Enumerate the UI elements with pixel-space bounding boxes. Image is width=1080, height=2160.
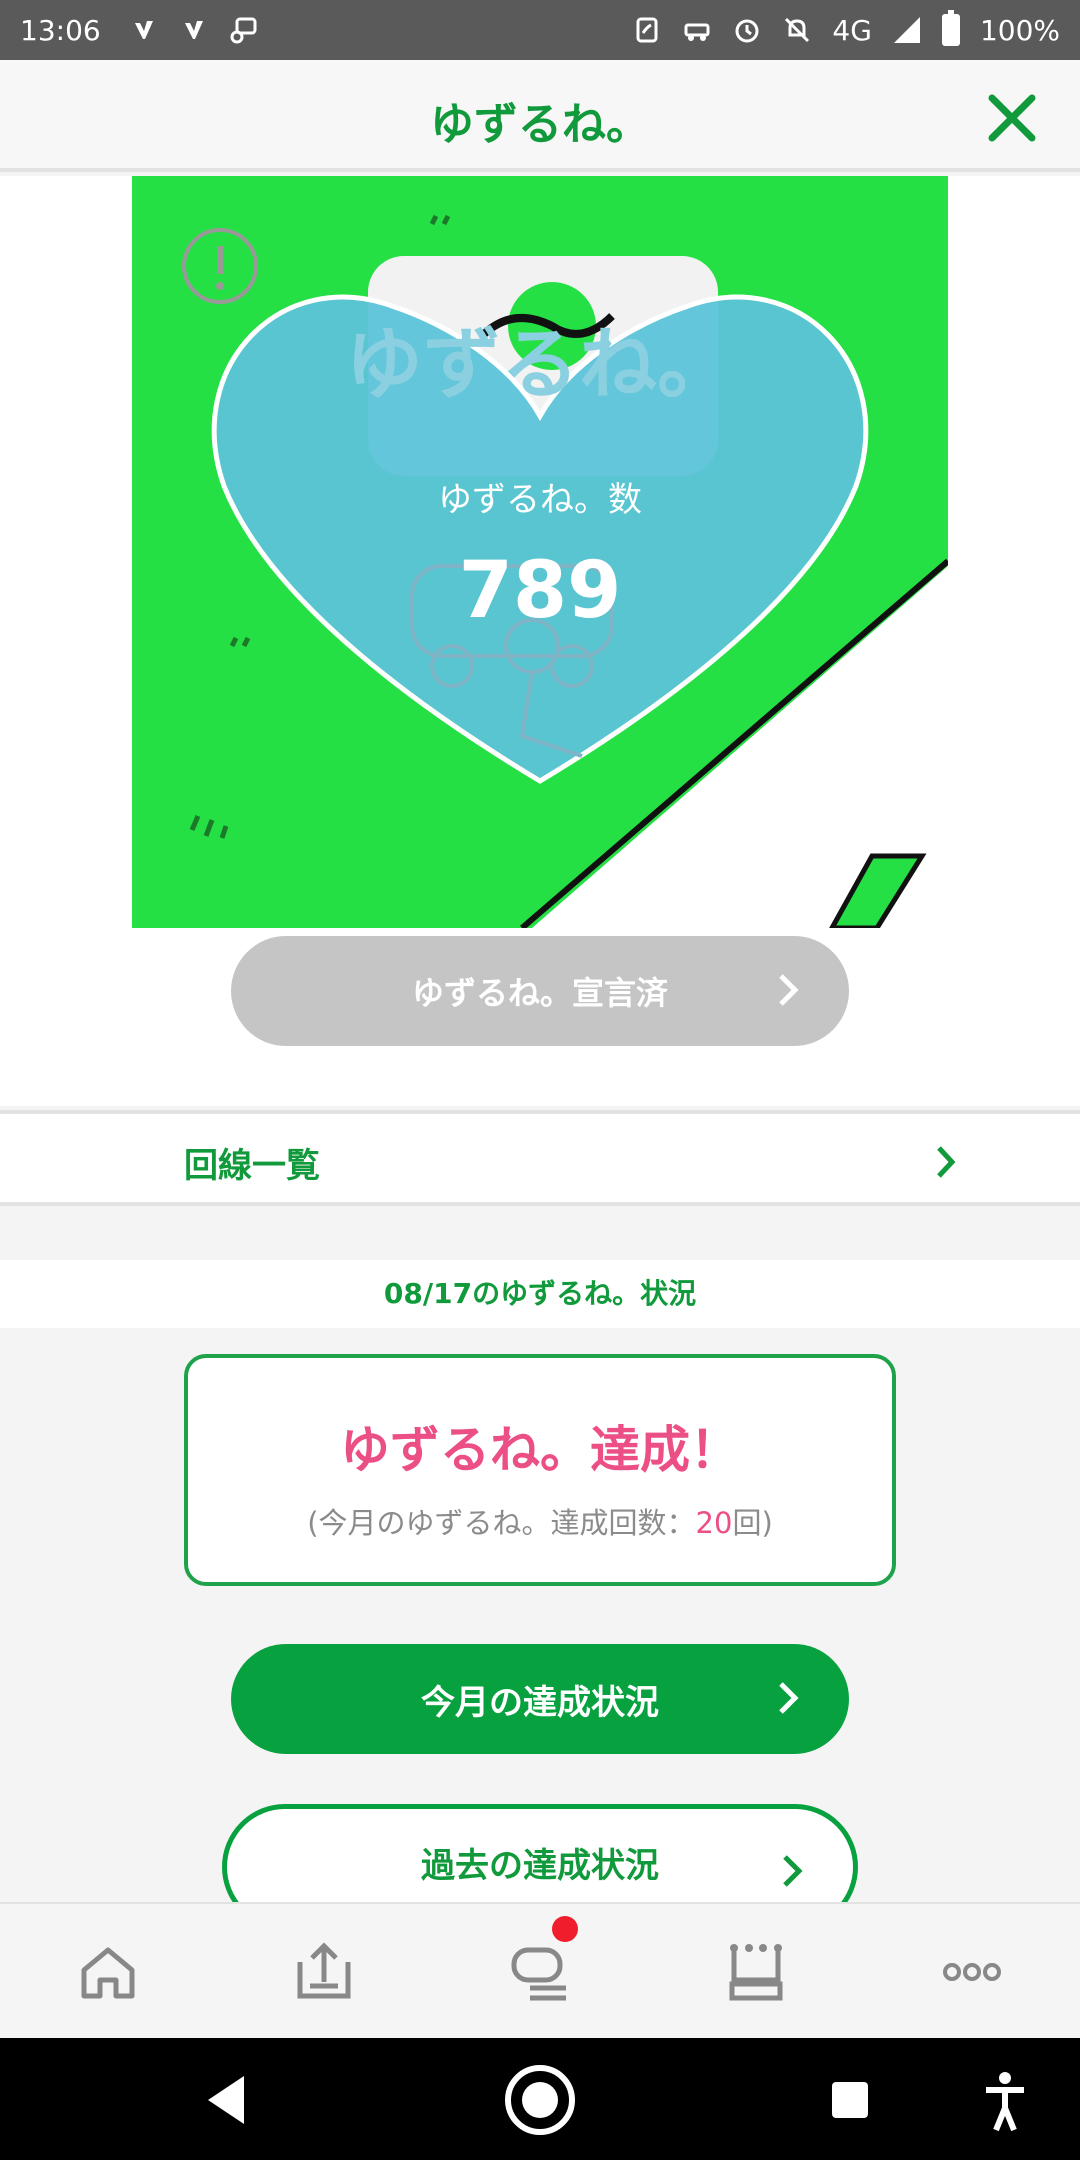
past-status-label: 過去の達成状況 bbox=[421, 1845, 659, 1886]
chevron-right-icon bbox=[779, 974, 799, 1006]
battery-level: 100% bbox=[979, 13, 1060, 47]
message-icon bbox=[229, 15, 259, 45]
nav-more[interactable] bbox=[940, 1940, 1004, 2004]
accessibility-icon[interactable] bbox=[980, 2060, 1030, 2140]
line-list-row[interactable]: 回線一覧 bbox=[0, 1110, 1080, 1206]
network-label: 4G bbox=[832, 13, 872, 47]
system-nav-bar bbox=[0, 2038, 1080, 2160]
chevron-right-icon bbox=[783, 1855, 803, 1887]
hero-illustration: ゆずるね。 ゆずるね。数 789 bbox=[132, 176, 948, 928]
achievement-count: 20 bbox=[695, 1506, 733, 1540]
recent-apps-icon[interactable] bbox=[826, 2060, 876, 2140]
notification-icon bbox=[129, 15, 159, 45]
notification-icon bbox=[179, 15, 209, 45]
back-icon[interactable] bbox=[200, 2060, 250, 2140]
home-system-icon[interactable] bbox=[500, 2060, 580, 2140]
chat-icon bbox=[511, 1947, 566, 2001]
declared-button-label: ゆずるね。宣言済 bbox=[411, 974, 668, 1012]
close-button[interactable] bbox=[984, 90, 1040, 146]
nav-home[interactable] bbox=[76, 1940, 140, 2004]
monthly-status-button[interactable]: 今月の達成状況 bbox=[231, 1644, 849, 1754]
monthly-status-label: 今月の達成状況 bbox=[421, 1682, 659, 1723]
app-header: ゆずるね。 bbox=[0, 60, 1080, 172]
status-time: 13:06 bbox=[20, 13, 101, 47]
yuzurune-count-label: ゆずるね。数 bbox=[438, 480, 642, 520]
declared-button[interactable]: ゆずるね。宣言済 bbox=[231, 936, 849, 1046]
crown-icon bbox=[729, 1944, 783, 2001]
achievement-title: ゆずるね。達成！ bbox=[340, 1421, 740, 1479]
achievement-summary: (今月のゆずるね。達成回数：20回) bbox=[307, 1506, 773, 1540]
notification-badge bbox=[552, 1916, 578, 1942]
alarm-icon bbox=[732, 15, 762, 45]
status-heading: 08/17のゆずるね。状況 bbox=[0, 1260, 1080, 1328]
home-icon bbox=[81, 1947, 135, 1999]
upload-icon bbox=[297, 1942, 351, 1999]
chevron-right-icon bbox=[779, 1682, 799, 1714]
close-icon bbox=[988, 94, 1036, 142]
yuzurune-count-value: 789 bbox=[458, 546, 622, 636]
hero-logo-text: ゆずるね。 bbox=[345, 320, 735, 410]
achievement-card: ゆずるね。達成！ (今月のゆずるね。達成回数：20回) bbox=[184, 1354, 896, 1586]
nfc-icon bbox=[632, 15, 662, 45]
more-icon bbox=[943, 1963, 1001, 1981]
signal-icon bbox=[892, 15, 922, 45]
hero-section: ゆずるね。 ゆずるね。数 789 ゆずるね。宣言済 bbox=[0, 176, 1080, 1106]
bottom-nav bbox=[0, 1902, 1080, 2038]
mute-icon bbox=[782, 15, 812, 45]
line-list-label: 回線一覧 bbox=[184, 1146, 320, 1186]
status-bar: 13:06 4G 100% bbox=[0, 0, 1080, 60]
page-title: ゆずるね。 bbox=[430, 99, 650, 150]
battery-icon bbox=[941, 10, 960, 46]
nav-upload[interactable] bbox=[292, 1940, 356, 2004]
chevron-right-icon bbox=[937, 1146, 956, 1178]
nav-chat[interactable] bbox=[508, 1916, 578, 2004]
car-mode-icon bbox=[682, 15, 712, 45]
nav-ranking[interactable] bbox=[724, 1940, 788, 2004]
